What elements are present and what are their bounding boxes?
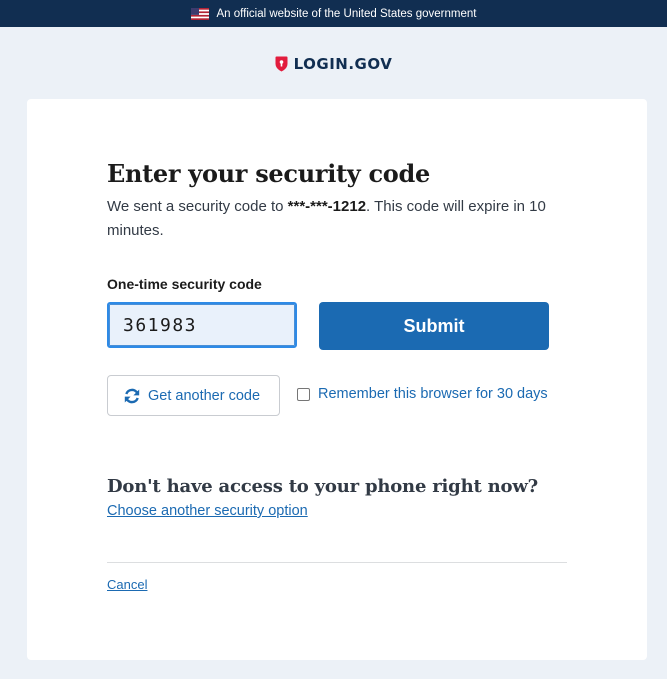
get-another-code-button[interactable]: Get another code <box>107 375 280 416</box>
cancel-link[interactable]: Cancel <box>107 577 147 592</box>
shield-lock-icon <box>275 56 288 72</box>
divider <box>107 562 567 563</box>
choose-another-option-link[interactable]: Choose another security option <box>107 503 308 519</box>
refresh-icon <box>124 388 140 403</box>
description-text-before: We sent a security code to <box>107 198 288 215</box>
gov-banner-text: An official website of the United States… <box>216 7 477 20</box>
masked-phone-number: ***-***-1212 <box>287 198 367 215</box>
code-sent-description: We sent a security code to ***-***-1212.… <box>107 195 577 243</box>
remember-browser-option[interactable]: Remember this browser for 30 days <box>297 386 548 402</box>
no-phone-access-heading: Don't have access to your phone right no… <box>107 476 538 497</box>
code-field-label: One-time security code <box>107 276 262 292</box>
remember-browser-label[interactable]: Remember this browser for 30 days <box>318 386 548 402</box>
page-title: Enter your security code <box>107 159 430 188</box>
brand-name: LOGIN.GOV <box>293 55 393 73</box>
gov-banner: An official website of the United States… <box>0 0 667 27</box>
get-another-code-label: Get another code <box>148 387 261 404</box>
us-flag-icon <box>190 7 209 20</box>
login-gov-logo: LOGIN.GOV <box>0 52 667 76</box>
remember-browser-checkbox[interactable] <box>297 387 310 401</box>
security-code-input[interactable] <box>107 302 297 348</box>
security-code-card: Enter your security code We sent a secur… <box>27 99 647 660</box>
submit-button[interactable]: Submit <box>319 302 549 350</box>
